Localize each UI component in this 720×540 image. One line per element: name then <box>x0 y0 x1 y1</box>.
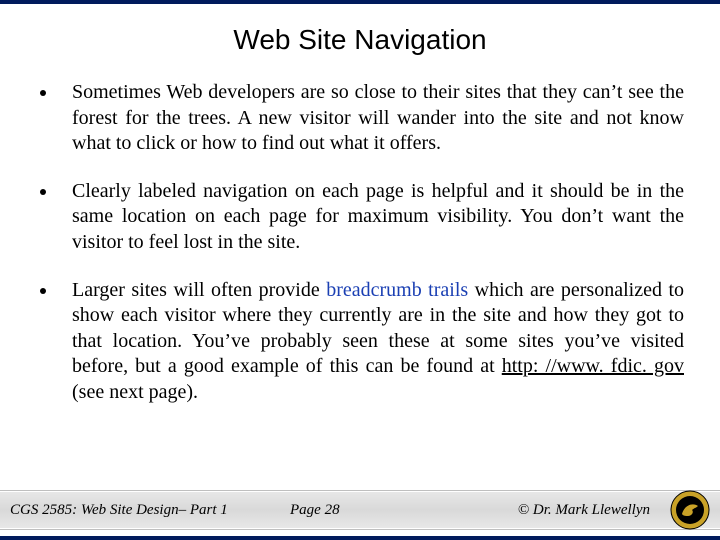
ucf-pegasus-logo-icon <box>670 490 710 530</box>
external-link[interactable]: http: //www. fdic. gov <box>502 355 684 377</box>
bullet-text: Clearly labeled navigation on each page … <box>72 179 684 256</box>
slide-title: Web Site Navigation <box>0 24 720 56</box>
footer-page: Page 28 <box>290 502 518 519</box>
list-item: Sometimes Web developers are so close to… <box>36 80 684 157</box>
list-item: Clearly labeled navigation on each page … <box>36 179 684 256</box>
bullet-text-post: (see next page). <box>72 381 198 403</box>
bullet-list: Sometimes Web developers are so close to… <box>36 80 684 406</box>
slide: Web Site Navigation Sometimes Web develo… <box>0 0 720 540</box>
bullet-icon <box>40 189 46 195</box>
bullet-icon <box>40 90 46 96</box>
footer-course: CGS 2585: Web Site Design– Part 1 <box>0 502 290 519</box>
bullet-icon <box>40 288 46 294</box>
breadcrumb-keyword: breadcrumb trails <box>326 279 468 301</box>
bullet-text-pre: Larger sites will often provide <box>72 279 326 301</box>
bullet-text: Sometimes Web developers are so close to… <box>72 80 684 157</box>
list-item: Larger sites will often provide breadcru… <box>36 278 684 406</box>
slide-body: Sometimes Web developers are so close to… <box>0 80 720 406</box>
slide-footer: CGS 2585: Web Site Design– Part 1 Page 2… <box>0 490 720 530</box>
bullet-text: Larger sites will often provide breadcru… <box>72 278 684 406</box>
